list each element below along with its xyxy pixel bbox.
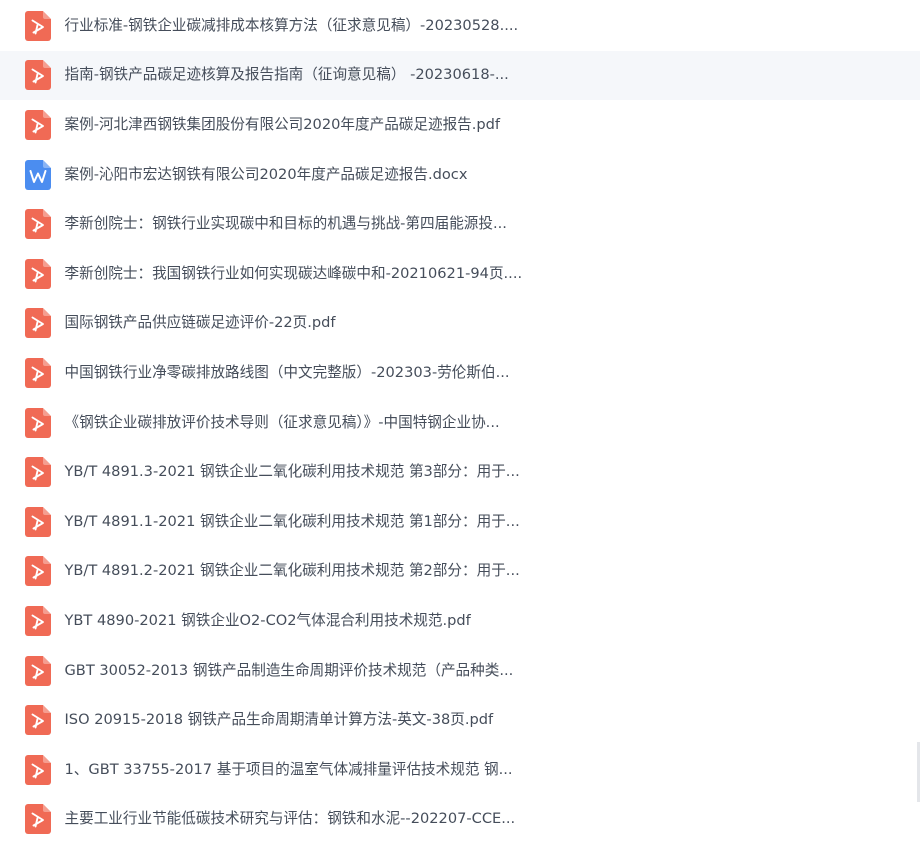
file-row[interactable]: 中国钢铁行业净零碳排放路线图（中文完整版）-202303-劳伦斯伯... bbox=[0, 348, 920, 398]
file-row[interactable]: YBT 4890-2021 钢铁企业O2-CO2气体混合利用技术规范.pdf bbox=[0, 596, 920, 646]
file-name[interactable]: 1、GBT 33755-2017 基于项目的温室气体减排量评估技术规范 钢... bbox=[65, 760, 513, 780]
pdf-icon bbox=[25, 10, 51, 41]
pdf-icon bbox=[25, 804, 51, 835]
file-row[interactable]: ISO 20915-2018 钢铁产品生命周期清单计算方法-英文-38页.pdf bbox=[0, 695, 920, 745]
pdf-icon bbox=[25, 655, 51, 686]
file-row[interactable]: 行业标准-钢铁企业碳减排成本核算方法（征求意见稿）-20230528.... bbox=[0, 1, 920, 51]
file-name[interactable]: YB/T 4891.2-2021 钢铁企业二氧化碳利用技术规范 第2部分：用于.… bbox=[65, 561, 520, 581]
file-row[interactable]: 1、GBT 33755-2017 基于项目的温室气体减排量评估技术规范 钢... bbox=[0, 745, 920, 795]
file-name[interactable]: YB/T 4891.3-2021 钢铁企业二氧化碳利用技术规范 第3部分：用于.… bbox=[65, 462, 520, 482]
file-name[interactable]: GBT 30052-2013 钢铁产品制造生命周期评价技术规范（产品种类... bbox=[65, 661, 514, 681]
pdf-icon bbox=[25, 258, 51, 289]
file-row[interactable]: 《钢铁企业碳排放评价技术导则（征求意见稿）》-中国特钢企业协... bbox=[0, 398, 920, 448]
pdf-icon bbox=[25, 705, 51, 736]
file-name[interactable]: 国际钢铁产品供应链碳足迹评价-22页.pdf bbox=[65, 313, 336, 333]
pdf-icon bbox=[25, 457, 51, 488]
file-row[interactable]: 指南-钢铁产品碳足迹核算及报告指南（征询意见稿） -20230618-... bbox=[0, 50, 920, 101]
file-name[interactable]: 李新创院士：钢铁行业实现碳中和目标的机遇与挑战-第四届能源投... bbox=[65, 214, 507, 234]
word-doc-icon bbox=[25, 159, 51, 190]
file-name[interactable]: ISO 20915-2018 钢铁产品生命周期清单计算方法-英文-38页.pdf bbox=[65, 710, 494, 730]
pdf-icon bbox=[25, 605, 51, 636]
file-name[interactable]: YBT 4890-2021 钢铁企业O2-CO2气体混合利用技术规范.pdf bbox=[65, 611, 471, 631]
file-row[interactable]: YB/T 4891.2-2021 钢铁企业二氧化碳利用技术规范 第2部分：用于.… bbox=[0, 547, 920, 597]
file-row[interactable]: 主要工业行业节能低碳技术研究与评估：钢铁和水泥--202207-CCE... bbox=[0, 795, 920, 845]
file-name[interactable]: 中国钢铁行业净零碳排放路线图（中文完整版）-202303-劳伦斯伯... bbox=[65, 363, 510, 383]
file-name[interactable]: 行业标准-钢铁企业碳减排成本核算方法（征求意见稿）-20230528.... bbox=[65, 16, 519, 36]
pdf-icon bbox=[25, 754, 51, 785]
file-name[interactable]: 《钢铁企业碳排放评价技术导则（征求意见稿）》-中国特钢企业协... bbox=[65, 413, 500, 433]
pdf-icon bbox=[25, 308, 51, 339]
file-name[interactable]: 李新创院士：我国钢铁行业如何实现碳达峰碳中和-20210621-94页.... bbox=[65, 264, 523, 284]
file-name[interactable]: 主要工业行业节能低碳技术研究与评估：钢铁和水泥--202207-CCE... bbox=[65, 809, 516, 829]
file-row[interactable]: GBT 30052-2013 钢铁产品制造生命周期评价技术规范（产品种类... bbox=[0, 646, 920, 696]
pdf-icon bbox=[25, 357, 51, 388]
pdf-icon bbox=[25, 556, 51, 587]
file-row[interactable]: YB/T 4891.3-2021 钢铁企业二氧化碳利用技术规范 第3部分：用于.… bbox=[0, 447, 920, 497]
file-row[interactable]: 国际钢铁产品供应链碳足迹评价-22页.pdf bbox=[0, 299, 920, 349]
file-name[interactable]: 指南-钢铁产品碳足迹核算及报告指南（征询意见稿） -20230618-... bbox=[65, 65, 509, 85]
file-row[interactable]: YB/T 4891.1-2021 钢铁企业二氧化碳利用技术规范 第1部分：用于.… bbox=[0, 497, 920, 547]
file-row[interactable]: 李新创院士：钢铁行业实现碳中和目标的机遇与挑战-第四届能源投... bbox=[0, 199, 920, 249]
file-name[interactable]: 案例-沁阳市宏达钢铁有限公司2020年度产品碳足迹报告.docx bbox=[65, 165, 468, 185]
file-row[interactable]: 案例-河北津西钢铁集团股份有限公司2020年度产品碳足迹报告.pdf bbox=[0, 100, 920, 150]
pdf-icon bbox=[25, 407, 51, 438]
file-row[interactable]: 案例-沁阳市宏达钢铁有限公司2020年度产品碳足迹报告.docx bbox=[0, 150, 920, 200]
file-name[interactable]: 案例-河北津西钢铁集团股份有限公司2020年度产品碳足迹报告.pdf bbox=[65, 115, 501, 135]
pdf-icon bbox=[25, 209, 51, 240]
file-name[interactable]: YB/T 4891.1-2021 钢铁企业二氧化碳利用技术规范 第1部分：用于.… bbox=[65, 512, 520, 532]
pdf-icon bbox=[25, 60, 51, 91]
pdf-icon bbox=[25, 506, 51, 537]
file-list: 行业标准-钢铁企业碳减排成本核算方法（征求意见稿）-20230528.... 指南… bbox=[0, 1, 920, 844]
pdf-icon bbox=[25, 109, 51, 140]
file-row[interactable]: 李新创院士：我国钢铁行业如何实现碳达峰碳中和-20210621-94页.... bbox=[0, 249, 920, 299]
